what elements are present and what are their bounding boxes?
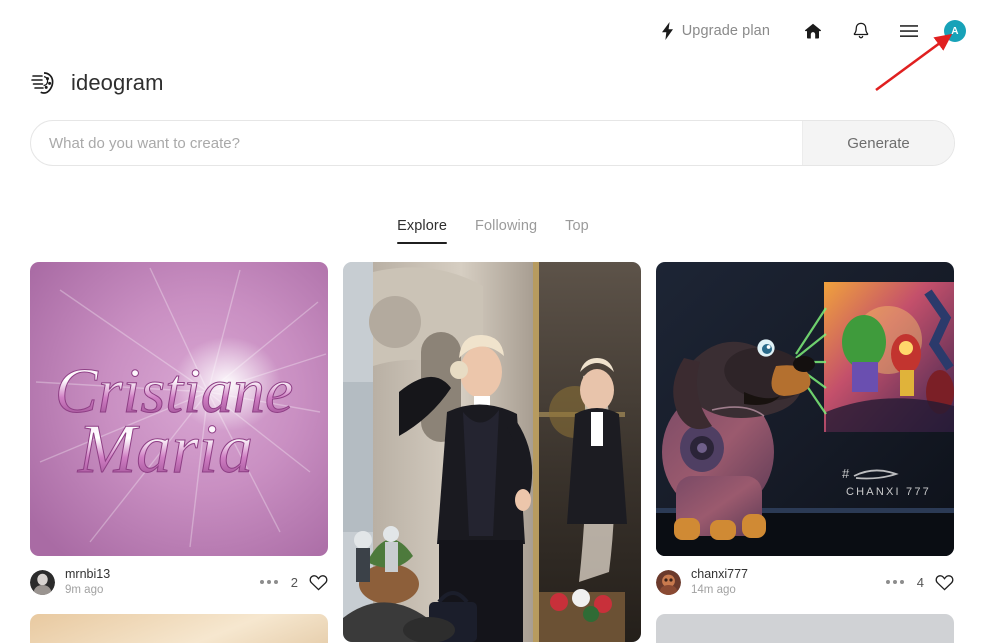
author-avatar-image [656,569,681,595]
svg-text:Maria: Maria [77,411,253,488]
brand-name: ideogram [71,70,164,95]
home-button[interactable] [796,14,830,48]
svg-text:#: # [842,466,850,481]
like-count: 4 [916,574,924,590]
brand-logo[interactable]: ideogram [30,68,164,98]
more-options-icon[interactable] [884,576,906,588]
tab-top[interactable]: Top [565,218,589,244]
upgrade-plan-button[interactable]: Upgrade plan [661,22,770,40]
generate-button[interactable]: Generate [802,121,954,165]
card-footer: mrnbi13 9m ago 2 [30,556,328,600]
more-options-icon[interactable] [258,576,280,588]
heart-icon[interactable] [309,573,328,592]
lightning-bolt-icon [661,22,673,40]
hamburger-menu-icon [900,25,918,37]
prompt-search-bar: Generate [30,120,955,166]
heart-icon[interactable] [935,573,954,592]
tab-following[interactable]: Following [475,218,537,244]
card-image-loading-placeholder [656,614,954,643]
like-count: 2 [290,574,298,590]
menu-button[interactable] [892,14,926,48]
card-image-desert-scene [30,614,328,643]
notifications-button[interactable] [844,14,878,48]
bell-icon [853,22,869,39]
account-avatar[interactable]: A [944,20,966,42]
svg-text:CHANXI 777: CHANXI 777 [846,486,931,498]
post-time: 14m ago [691,583,736,596]
gallery-column: # CHANXI 777 chanxi777 14m ago 4 [656,262,954,643]
home-icon [804,23,822,39]
author-meta: chanxi777 14m ago [691,567,874,597]
image-gallery-grid: Cristiane Maria mrnbi13 9m ago 2 # CHANX… [30,262,955,643]
card-thumbnail-placeholder[interactable] [656,614,954,643]
search-input[interactable] [31,121,802,165]
gallery-column [343,262,641,643]
card-image-robot-dachshund: # CHANXI 777 [656,262,954,556]
gallery-card[interactable] [30,614,328,643]
author-avatar-image [30,569,55,595]
card-actions: 2 [258,573,328,592]
card-actions: 4 [884,573,954,592]
author-avatar[interactable] [30,569,55,595]
card-thumbnail[interactable] [30,614,328,643]
ideogram-brain-logo-icon [31,72,54,94]
card-footer: chanxi777 14m ago 4 [656,556,954,600]
card-thumbnail[interactable]: # CHANXI 777 [656,262,954,556]
feed-tabs: Explore Following Top [0,218,986,244]
card-thumbnail[interactable]: Cristiane Maria [30,262,328,556]
ideogram-app-window: Upgrade plan A ideogram What do you want… [0,0,986,643]
card-thumbnail[interactable] [343,262,641,642]
card-image-woman-in-suit [343,262,641,642]
upgrade-plan-label: Upgrade plan [681,23,770,39]
card-image-cristiane-maria: Cristiane Maria [30,262,328,556]
gallery-column: Cristiane Maria mrnbi13 9m ago 2 [30,262,328,643]
author-meta: mrnbi13 9m ago [65,567,248,597]
author-avatar[interactable] [656,569,681,595]
gallery-card[interactable] [343,262,641,642]
gallery-card[interactable]: Cristiane Maria mrnbi13 9m ago 2 [30,262,328,600]
post-time: 9m ago [65,583,104,596]
author-username[interactable]: chanxi777 [691,567,874,583]
gallery-card[interactable]: # CHANXI 777 chanxi777 14m ago 4 [656,262,954,600]
author-username[interactable]: mrnbi13 [65,567,248,583]
tab-explore[interactable]: Explore [397,218,447,244]
top-navigation-bar: Upgrade plan A [0,0,986,62]
avatar-initial: A [951,25,959,37]
gallery-card[interactable] [656,614,954,643]
